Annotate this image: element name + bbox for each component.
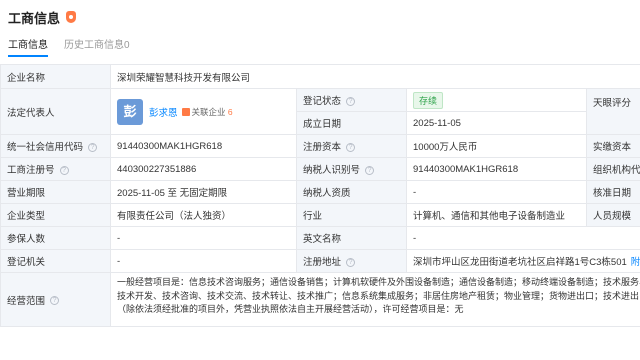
help-icon[interactable]: ? xyxy=(346,142,356,152)
registration-number-value: 440300227351886 xyxy=(110,157,297,181)
registered-capital-value: 10000万人民币 xyxy=(406,134,587,158)
avatar[interactable]: 彭 xyxy=(117,98,143,125)
section-header: 工商信息 xyxy=(8,8,77,26)
help-icon[interactable]: ? xyxy=(346,257,356,267)
help-icon[interactable]: ? xyxy=(88,142,98,152)
company-type-value: 有限责任公司（法人独资） xyxy=(110,203,297,227)
help-icon[interactable]: ? xyxy=(59,165,69,175)
table-row: 企业类型 有限责任公司（法人独资） 行业 计算机、通信和其他电子设备制造业 人员… xyxy=(0,203,640,227)
registration-number-label: 工商注册号 xyxy=(7,165,55,176)
table-row: 法定代表人 彭彭求恩 关联企业 6 登记状态? 存续 天眼评分 xyxy=(0,88,640,135)
nearby-companies-link[interactable]: 附 xyxy=(631,257,640,268)
established-date-label: 成立日期 xyxy=(296,111,407,135)
registered-capital-label-cell: 注册资本? xyxy=(296,134,407,158)
credit-code-value: 91440300MAK1HGR618 xyxy=(110,134,297,158)
tab-bar: 工商信息 历史工商信息0 xyxy=(8,32,130,57)
help-icon[interactable]: ? xyxy=(346,96,356,106)
approval-date-label: 核准日期 xyxy=(585,180,640,204)
insured-count-value: - xyxy=(110,226,297,250)
legal-rep-cell: 彭彭求恩 关联企业 6 xyxy=(110,88,297,135)
status-badge: 存续 xyxy=(413,91,444,109)
registered-address-label: 注册地址 xyxy=(303,257,342,268)
business-term-value: 2025-11-05 至 无固定期限 xyxy=(110,180,297,204)
help-icon[interactable]: ? xyxy=(365,165,375,175)
registered-capital-label: 注册资本 xyxy=(303,142,342,153)
taxpayer-qualification-label: 纳税人资质 xyxy=(296,180,407,204)
company-name-value: 深圳荣耀智慧科技开发有限公司 xyxy=(109,64,640,89)
table-row: 营业期限 2025-11-05 至 无固定期限 纳税人资质 - 核准日期 xyxy=(0,180,640,204)
related-company-icon xyxy=(181,108,190,117)
business-term-label: 营业期限 xyxy=(0,180,111,204)
taxpayer-qualification-value: - xyxy=(406,180,587,204)
registration-authority-label: 登记机关 xyxy=(0,249,111,273)
business-info-table: 企业名称 深圳荣耀智慧科技开发有限公司 法定代表人 彭彭求恩 关联企业 6 登记状… xyxy=(0,64,640,327)
staff-size-label: 人员规模 xyxy=(585,203,640,227)
table-row: 企业名称 深圳荣耀智慧科技开发有限公司 xyxy=(0,64,640,89)
related-companies-badge[interactable]: 关联企业 6 xyxy=(181,106,233,118)
help-icon[interactable]: ? xyxy=(50,296,60,306)
status-cell: 存续 xyxy=(406,88,587,112)
industry-label: 行业 xyxy=(296,203,407,227)
paid-capital-label: 实缴资本 xyxy=(585,134,640,158)
org-code-label: 组织机构代 xyxy=(585,157,640,181)
company-type-label: 企业类型 xyxy=(0,203,111,227)
related-companies-label: 关联企业 xyxy=(191,106,226,117)
english-name-value: - xyxy=(405,226,640,250)
business-scope-label-cell: 经营范围? xyxy=(0,272,111,327)
tab-business-info[interactable]: 工商信息 xyxy=(8,32,48,57)
taxpayer-id-value: 91440300MAK1HGR618 xyxy=(406,157,587,181)
tab-history-business-info[interactable]: 历史工商信息0 xyxy=(64,32,130,54)
insured-count-label: 参保人数 xyxy=(0,226,111,250)
industry-value: 计算机、通信和其他电子设备制造业 xyxy=(406,203,587,227)
registered-address-value: 深圳市坪山区龙田街道老坑社区启祥路1号C3栋501 xyxy=(413,257,627,268)
business-scope-label: 经营范围 xyxy=(7,295,46,307)
company-name-label: 企业名称 xyxy=(0,64,111,89)
legal-rep-label: 法定代表人 xyxy=(0,88,111,135)
registered-address-label-cell: 注册地址? xyxy=(296,249,407,273)
status-label: 登记状态 xyxy=(303,96,342,107)
registration-authority-value: - xyxy=(110,249,297,273)
legal-rep-link[interactable]: 彭求恩 xyxy=(149,108,178,119)
related-companies-count: 6 xyxy=(227,106,233,117)
business-scope-value: 一般经营项目是：信息技术咨询服务；通信设备销售；计算机软硬件及外围设备制造；通信… xyxy=(109,272,640,327)
table-row: 工商注册号? 440300227351886 纳税人识别号? 91440300M… xyxy=(0,157,640,181)
table-row: 经营范围? 一般经营项目是：信息技术咨询服务；通信设备销售；计算机软硬件及外围设… xyxy=(0,272,640,327)
registered-address-cell: 深圳市坪山区龙田街道老坑社区启祥路1号C3栋501 附 xyxy=(405,249,640,273)
taxpayer-id-label: 纳税人识别号 xyxy=(303,165,361,176)
taxpayer-id-label-cell: 纳税人识别号? xyxy=(296,157,407,181)
registration-number-label-cell: 工商注册号? xyxy=(0,157,111,181)
tianyan-score-label: 天眼评分 xyxy=(585,88,640,135)
credit-code-label: 统一社会信用代码 xyxy=(7,142,84,153)
table-row: 登记机关 - 注册地址? 深圳市坪山区龙田街道老坑社区启祥路1号C3栋501 附 xyxy=(0,249,640,273)
table-row: 统一社会信用代码? 91440300MAK1HGR618 注册资本? 10000… xyxy=(0,134,640,158)
status-label-cell: 登记状态? xyxy=(296,88,407,112)
section-title: 工商信息 xyxy=(8,10,61,26)
credit-code-label-cell: 统一社会信用代码? xyxy=(0,134,111,158)
tag-icon[interactable] xyxy=(66,11,77,23)
established-date-value: 2025-11-05 xyxy=(406,111,587,135)
english-name-label: 英文名称 xyxy=(296,226,407,250)
table-row: 参保人数 - 英文名称 - xyxy=(0,226,640,250)
